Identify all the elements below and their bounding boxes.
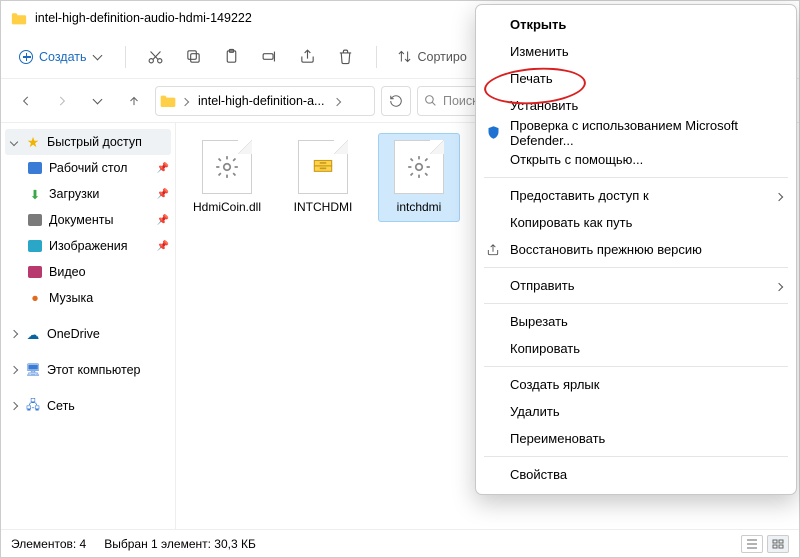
ctx-restore-previous[interactable]: Восстановить прежнюю версию (476, 236, 796, 263)
back-button[interactable] (11, 86, 41, 116)
ctx-open[interactable]: Открыть (476, 11, 796, 38)
icons-view-button[interactable] (767, 535, 789, 553)
sidebar-item-pictures[interactable]: Изображения📌 (19, 233, 175, 259)
separator (484, 366, 788, 367)
ctx-rename[interactable]: Переименовать (476, 425, 796, 452)
sidebar-item-downloads[interactable]: ⬇Загрузки📌 (19, 181, 175, 207)
ctx-create-shortcut[interactable]: Создать ярлык (476, 371, 796, 398)
quick-access-children: Рабочий стол📌 ⬇Загрузки📌 Документы📌 Изоб… (1, 155, 175, 311)
chevron-right-icon (776, 278, 782, 293)
sort-label: Сортиро (418, 50, 467, 64)
chevron-down-icon (93, 96, 103, 106)
pin-icon: 📌 (157, 189, 169, 200)
rename-button[interactable] (254, 42, 286, 72)
ctx-delete[interactable]: Удалить (476, 398, 796, 425)
pin-icon: 📌 (157, 163, 169, 174)
separator (484, 177, 788, 178)
chevron-right-icon (332, 94, 342, 108)
file-label: INTCHDMI (294, 200, 353, 215)
cut-button[interactable] (140, 42, 172, 72)
chevron-down-icon (93, 52, 103, 62)
sidebar-this-pc[interactable]: 🖥Этот компьютер (1, 357, 175, 383)
file-label: HdmiCoin.dll (193, 200, 261, 215)
status-selection: Выбран 1 элемент: 30,3 КБ (104, 537, 256, 551)
ctx-copy-path[interactable]: Копировать как путь (476, 209, 796, 236)
share-button[interactable] (292, 42, 324, 72)
copy-button[interactable] (178, 42, 210, 72)
folder-icon (11, 12, 27, 25)
ctx-defender-scan[interactable]: Проверка с использованием Microsoft Defe… (476, 119, 796, 146)
star-icon: ★ (25, 134, 41, 150)
ctx-cut[interactable]: Вырезать (476, 308, 796, 335)
up-button[interactable] (119, 86, 149, 116)
sort-button[interactable]: Сортиро (391, 45, 473, 68)
chevron-down-icon (9, 139, 19, 145)
ctx-open-with[interactable]: Открыть с помощью... (476, 146, 796, 173)
ctx-send-to[interactable]: Отправить (476, 272, 796, 299)
share-icon (485, 242, 501, 258)
sidebar-item-videos[interactable]: Видео (19, 259, 175, 285)
file-thumb (298, 140, 348, 194)
status-bar: Элементов: 4 Выбран 1 элемент: 30,3 КБ (1, 529, 799, 557)
status-count: Элементов: 4 (11, 537, 86, 551)
ctx-print[interactable]: Печать (476, 65, 796, 92)
pin-icon: 📌 (157, 215, 169, 226)
chevron-right-icon (180, 94, 190, 108)
sidebar-item-desktop[interactable]: Рабочий стол📌 (19, 155, 175, 181)
shield-icon (485, 125, 501, 141)
separator (484, 303, 788, 304)
sort-icon (397, 49, 412, 64)
refresh-button[interactable] (381, 86, 411, 116)
chevron-right-icon (9, 403, 19, 409)
sidebar-network[interactable]: 🖧Сеть (1, 393, 175, 419)
ctx-edit[interactable]: Изменить (476, 38, 796, 65)
cabinet-icon (310, 154, 336, 180)
file-thumb (394, 140, 444, 194)
file-item-selected[interactable]: intchdmi (378, 133, 460, 222)
ctx-copy[interactable]: Копировать (476, 335, 796, 362)
plus-icon (19, 50, 33, 64)
search-icon (424, 94, 437, 107)
folder-icon (160, 94, 176, 108)
address-segment[interactable]: intel-high-definition-a... (194, 92, 328, 110)
sidebar-item-documents[interactable]: Документы📌 (19, 207, 175, 233)
pin-icon: 📌 (157, 241, 169, 252)
ctx-install[interactable]: Установить (476, 92, 796, 119)
file-item[interactable]: INTCHDMI (282, 133, 364, 222)
separator (125, 46, 126, 68)
chevron-right-icon (776, 188, 782, 203)
file-thumb (202, 140, 252, 194)
gear-icon (214, 154, 240, 180)
new-label: Создать (39, 50, 87, 64)
nav-pane: ★ Быстрый доступ Рабочий стол📌 ⬇Загрузки… (1, 123, 176, 529)
sidebar-onedrive[interactable]: ☁OneDrive (1, 321, 175, 347)
paste-button[interactable] (216, 42, 248, 72)
gear-icon (406, 154, 432, 180)
delete-button[interactable] (330, 42, 362, 72)
sidebar-label: Быстрый доступ (47, 135, 142, 149)
forward-button[interactable] (47, 86, 77, 116)
file-item[interactable]: HdmiCoin.dll (186, 133, 268, 222)
separator (484, 456, 788, 457)
sidebar-quick-access[interactable]: ★ Быстрый доступ (5, 129, 171, 155)
separator (484, 267, 788, 268)
chevron-right-icon (9, 367, 19, 373)
file-label: intchdmi (397, 200, 442, 215)
details-view-button[interactable] (741, 535, 763, 553)
window-title: intel-high-definition-audio-hdmi-149222 (35, 11, 252, 25)
recent-button[interactable] (83, 86, 113, 116)
ctx-properties[interactable]: Свойства (476, 461, 796, 488)
sidebar-item-music[interactable]: ●Музыка (19, 285, 175, 311)
address-bar[interactable]: intel-high-definition-a... (155, 86, 375, 116)
new-button[interactable]: Создать (11, 46, 111, 68)
context-menu: Открыть Изменить Печать Установить Прове… (475, 4, 797, 495)
chevron-right-icon (9, 331, 19, 337)
ctx-share-access[interactable]: Предоставить доступ к (476, 182, 796, 209)
separator (376, 46, 377, 68)
